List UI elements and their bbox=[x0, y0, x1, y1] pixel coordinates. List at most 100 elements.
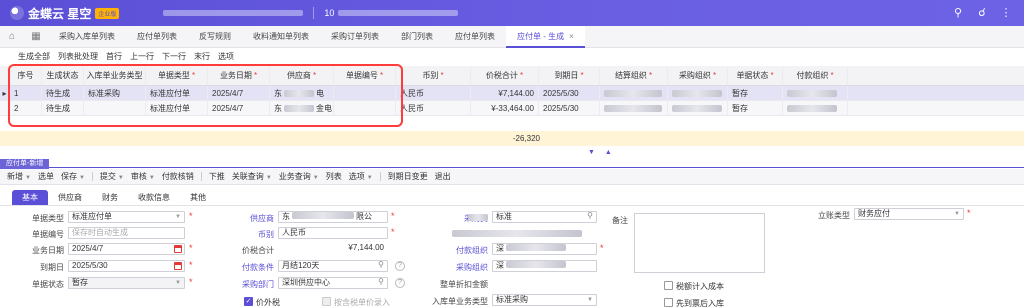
tab-receipt-info[interactable]: 收款信息 bbox=[128, 190, 180, 205]
purchase-dept-label[interactable]: 采购部门 bbox=[214, 279, 274, 290]
account-type-select[interactable]: 财务应付 ▼ bbox=[854, 208, 964, 220]
due-date-input[interactable]: 2025/5/30 bbox=[68, 260, 185, 272]
brand[interactable]: 金蝶云 星空 企业版 bbox=[10, 5, 120, 22]
tab-purchase-order-list[interactable]: 采购订单列表 bbox=[320, 26, 390, 48]
chevron-down-icon[interactable]: ▼ bbox=[266, 175, 272, 181]
cell-due[interactable]: 2025/5/30 bbox=[539, 86, 600, 100]
tab-other[interactable]: 其他 bbox=[180, 190, 216, 205]
cell-doc-status[interactable]: 暂存 bbox=[728, 101, 783, 115]
close-icon[interactable]: × bbox=[569, 32, 574, 41]
search-icon[interactable]: ⚲ bbox=[952, 7, 964, 19]
purchase-dept-input[interactable]: 深圳供应中心 ⚲ bbox=[278, 277, 388, 289]
column-header[interactable]: 付款组织 * bbox=[783, 66, 848, 85]
prev-row-button[interactable]: 上一行 bbox=[130, 51, 154, 62]
toolbar-button[interactable]: 审核 ▼ bbox=[131, 171, 155, 182]
toolbar-button[interactable]: 选单 bbox=[38, 171, 54, 182]
cell-amount[interactable]: ¥-33,464.00 bbox=[471, 101, 539, 115]
biz-date-input[interactable]: 2025/4/7 bbox=[68, 243, 185, 255]
cell-purchase-org[interactable] bbox=[668, 86, 728, 100]
sub-panel-title[interactable]: 应付单-新增 bbox=[0, 159, 50, 169]
toolbar-button[interactable]: 付款核销 bbox=[162, 171, 194, 182]
toolbar-button[interactable]: 下推 bbox=[209, 171, 225, 182]
next-row-button[interactable]: 下一行 bbox=[162, 51, 186, 62]
tab-payable-list-2[interactable]: 应付单列表 bbox=[444, 26, 506, 48]
toolbar-button[interactable]: 关联查询 ▼ bbox=[232, 171, 272, 182]
cell-pay-org[interactable] bbox=[783, 86, 848, 100]
doc-no-input[interactable]: 保存时自动生成 bbox=[68, 227, 185, 239]
generate-all-button[interactable]: 生成全部 bbox=[18, 51, 50, 62]
tax-excl-checkbox[interactable]: ✓ bbox=[244, 297, 253, 306]
cell-due[interactable]: 2025/5/30 bbox=[539, 101, 600, 115]
doc-type-select[interactable]: 标准应付单 ▼ bbox=[68, 211, 185, 223]
chevron-down-icon[interactable]: ▼ bbox=[25, 175, 31, 181]
tab-supplier[interactable]: 供应商 bbox=[48, 190, 92, 205]
tab-purchase-inbound-list[interactable]: 采购入库单列表 bbox=[48, 26, 126, 48]
batch-process-button[interactable]: 列表批处理 bbox=[58, 51, 98, 62]
column-header[interactable]: 结算组织 * bbox=[600, 66, 668, 85]
doc-status-select[interactable]: 暂存 ▼ bbox=[68, 277, 185, 289]
currency-input[interactable]: 人民币 bbox=[278, 227, 388, 239]
apps-grid-icon[interactable]: ▦ bbox=[24, 31, 48, 42]
tab-payable-generate[interactable]: 应付单 - 生成 × bbox=[506, 25, 585, 48]
last-row-button[interactable]: 末行 bbox=[194, 51, 210, 62]
chevron-down-icon[interactable]: ▼ bbox=[79, 175, 85, 181]
pay-org-label[interactable]: 付款组织 bbox=[428, 245, 488, 256]
toolbar-button[interactable]: 列表 bbox=[326, 171, 342, 182]
home-icon[interactable]: ⌂ bbox=[0, 31, 24, 42]
toolbar-button[interactable]: 到期日变更 bbox=[388, 171, 428, 182]
pay-terms-label[interactable]: 付款条件 bbox=[214, 262, 274, 273]
column-header[interactable]: 采购组织 * bbox=[668, 66, 728, 85]
remark-textarea[interactable] bbox=[634, 213, 765, 273]
bell-icon[interactable]: ☌ bbox=[976, 7, 988, 19]
ticket-first-checkbox[interactable] bbox=[664, 298, 673, 307]
cell-currency[interactable]: 人民币 bbox=[396, 101, 471, 115]
tab-payable-list[interactable]: 应付单列表 bbox=[126, 26, 188, 48]
tab-finance[interactable]: 财务 bbox=[92, 190, 128, 205]
inbound-biz-type-select[interactable]: 标准采购 ▼ bbox=[492, 294, 597, 306]
purchase-org-input[interactable]: 深 bbox=[492, 260, 597, 272]
pay-org-input[interactable]: 深 bbox=[492, 243, 597, 255]
search-icon[interactable]: ⚲ bbox=[378, 261, 384, 270]
calendar-icon[interactable] bbox=[174, 262, 182, 270]
purchase-org-label[interactable]: 采购组织 bbox=[428, 262, 488, 273]
help-icon[interactable]: ? bbox=[395, 278, 405, 288]
column-header[interactable]: 币别 * bbox=[396, 66, 471, 85]
cell-amount[interactable]: ¥7,144.00 bbox=[471, 86, 539, 100]
search-icon[interactable]: ⚲ bbox=[378, 278, 384, 287]
cell-pay-org[interactable] bbox=[783, 101, 848, 115]
more-icon[interactable]: ⋮ bbox=[1000, 7, 1012, 19]
cell-settle-org[interactable] bbox=[600, 101, 668, 115]
toolbar-button[interactable]: 选项 ▼ bbox=[349, 171, 373, 182]
cell-currency[interactable]: 人民币 bbox=[396, 86, 471, 100]
options-button[interactable]: 选项 bbox=[218, 51, 234, 62]
tax-cost-checkbox[interactable] bbox=[664, 281, 673, 290]
splitter-arrows-icon[interactable]: ▼▲ bbox=[588, 149, 622, 156]
tab-department-list[interactable]: 部门列表 bbox=[390, 26, 444, 48]
by-tax-price-checkbox[interactable] bbox=[322, 297, 331, 306]
first-row-button[interactable]: 首行 bbox=[106, 51, 122, 62]
chevron-down-icon[interactable]: ▼ bbox=[367, 175, 373, 181]
chevron-down-icon[interactable]: ▼ bbox=[149, 175, 155, 181]
cell-settle-org[interactable] bbox=[600, 86, 668, 100]
cell-purchase-org[interactable] bbox=[668, 101, 728, 115]
toolbar-button[interactable]: 业务查询 ▼ bbox=[279, 171, 319, 182]
chevron-down-icon[interactable]: ▼ bbox=[118, 175, 124, 181]
column-header[interactable]: 单据状态 * bbox=[728, 66, 783, 85]
toolbar-button[interactable]: 新增 ▼ bbox=[7, 171, 31, 182]
column-header[interactable]: 到期日 * bbox=[539, 66, 600, 85]
org-code[interactable]: 10 bbox=[324, 8, 334, 18]
cell-doc-status[interactable]: 暂存 bbox=[728, 86, 783, 100]
toolbar-button[interactable]: 保存 ▼ bbox=[61, 171, 85, 182]
toolbar-button[interactable]: 退出 bbox=[435, 171, 451, 182]
supplier-label[interactable]: 供应商 bbox=[214, 213, 274, 224]
chevron-down-icon[interactable]: ▼ bbox=[313, 175, 319, 181]
column-header[interactable]: 价税合计 * bbox=[471, 66, 539, 85]
calendar-icon[interactable] bbox=[174, 245, 182, 253]
tab-basic[interactable]: 基本 bbox=[12, 190, 48, 205]
help-icon[interactable]: ? bbox=[395, 261, 405, 271]
pay-terms-input[interactable]: 月结120天 ⚲ bbox=[278, 260, 388, 272]
currency-label[interactable]: 币别 bbox=[214, 229, 274, 240]
supplier-input[interactable]: 东 限公 bbox=[278, 211, 388, 223]
toolbar-button[interactable]: 提交 ▼ bbox=[100, 171, 124, 182]
tab-receipt-notice-list[interactable]: 收料通知单列表 bbox=[242, 26, 320, 48]
